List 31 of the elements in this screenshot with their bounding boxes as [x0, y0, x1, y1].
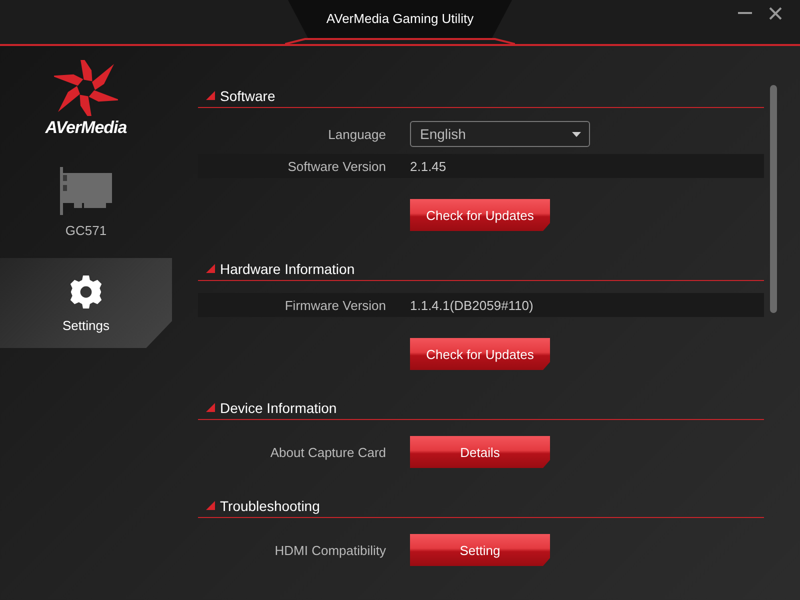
sidebar-item[interactable]: GC571: [0, 154, 172, 250]
section-title: Device Information: [220, 400, 337, 416]
field-label: About Capture Card: [269, 444, 386, 460]
scrollbar-thumb[interactable]: [770, 85, 777, 313]
field-label: Language: [327, 126, 386, 142]
logo-text: AVerMedia: [45, 118, 127, 138]
minimize-icon: [738, 12, 752, 14]
field-label: HDMI Compatibility: [274, 542, 386, 558]
logo-icon: [54, 60, 118, 116]
triangle-icon: [206, 91, 215, 100]
section-title: Hardware Information: [220, 260, 355, 276]
action-button[interactable]: Check for Updates: [410, 338, 550, 370]
field-value: 2.1.45: [410, 158, 446, 174]
field-label: Firmware Version: [284, 298, 386, 312]
triangle-icon: [206, 403, 215, 412]
field-label: Software Version: [286, 158, 386, 174]
action-button[interactable]: Check for Updates: [410, 199, 550, 231]
settings-icon: [68, 274, 104, 310]
triangle-icon: [206, 264, 215, 273]
window-title: AVerMedia Gaming Utility: [326, 11, 474, 26]
close-icon: [768, 6, 782, 20]
sidebar-item[interactable]: Settings: [0, 258, 172, 348]
section-title: Software: [220, 88, 276, 104]
action-button[interactable]: Setting: [410, 534, 550, 566]
triangle-icon: [206, 501, 215, 510]
section-title: Troubleshooting: [220, 498, 320, 514]
field-value: 1.1.4.1(DB2059#110): [410, 298, 534, 312]
capture-card-icon: [60, 166, 112, 214]
caret-icon: [572, 132, 581, 136]
action-button[interactable]: Details: [410, 436, 550, 468]
language-dropdown[interactable]: English: [410, 121, 590, 147]
